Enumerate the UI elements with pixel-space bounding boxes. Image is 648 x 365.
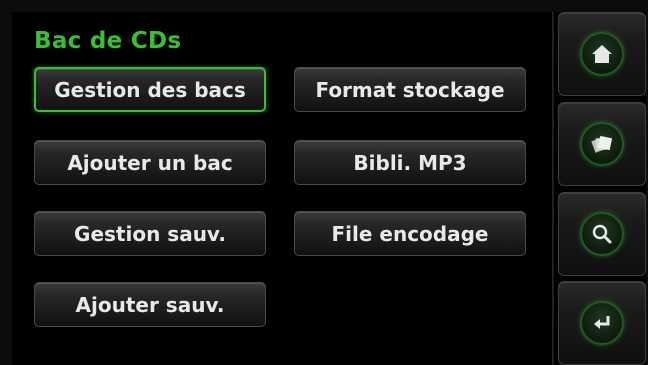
storage-format-button[interactable]: Format stockage — [294, 67, 526, 112]
return-icon — [580, 301, 624, 345]
button-label: Ajouter sauv. — [75, 292, 225, 317]
sidebar-divider — [552, 12, 554, 365]
add-tray-button[interactable]: Ajouter un bac — [34, 140, 266, 185]
page-title: Bac de CDs — [34, 28, 182, 54]
screen: Bac de CDs Gestion des bacs Ajouter un b… — [12, 12, 646, 365]
button-label: Gestion des bacs — [54, 77, 246, 102]
return-button[interactable] — [558, 281, 646, 365]
search-button[interactable] — [558, 192, 646, 276]
search-icon — [580, 212, 624, 256]
cds-button[interactable] — [558, 102, 646, 186]
button-label: Bibli. MP3 — [353, 150, 467, 175]
manage-trays-button[interactable]: Gestion des bacs — [34, 67, 266, 112]
button-label: Format stockage — [315, 77, 505, 102]
home-button[interactable] — [558, 12, 646, 96]
button-label: File encodage — [331, 221, 489, 246]
button-label: Gestion sauv. — [74, 221, 226, 246]
add-backup-button[interactable]: Ajouter sauv. — [34, 282, 266, 327]
encoding-queue-button[interactable]: File encodage — [294, 211, 526, 256]
manage-backups-button[interactable]: Gestion sauv. — [34, 211, 266, 256]
button-label: Ajouter un bac — [67, 150, 233, 175]
cds-icon — [580, 122, 624, 166]
mp3-library-button[interactable]: Bibli. MP3 — [294, 140, 526, 185]
home-icon — [580, 32, 624, 76]
